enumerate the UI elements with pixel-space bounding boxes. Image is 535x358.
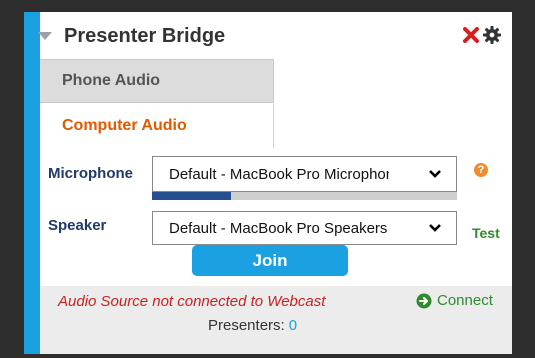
- join-button[interactable]: Join: [192, 245, 348, 276]
- speaker-label: Speaker: [48, 217, 107, 234]
- arrow-right-circle-icon: [416, 293, 432, 308]
- speaker-select-value: Default - MacBook Pro Speakers: [169, 219, 388, 237]
- chevron-down-icon: [429, 224, 441, 232]
- tab-phone-audio[interactable]: Phone Audio: [40, 59, 274, 103]
- chevron-down-icon: [429, 170, 441, 178]
- tab-computer-audio-label: Computer Audio: [62, 117, 187, 134]
- test-speaker-link[interactable]: Test: [472, 225, 500, 241]
- collapse-triangle-icon[interactable]: [38, 32, 52, 40]
- connect-link[interactable]: Connect: [416, 292, 493, 309]
- connect-label: Connect: [437, 292, 493, 309]
- microphone-label: Microphone: [48, 165, 133, 182]
- presenters-count: 0: [288, 317, 298, 334]
- question-icon[interactable]: ?: [474, 163, 488, 177]
- tab-computer-audio[interactable]: Computer Audio: [40, 104, 274, 148]
- microphone-select-value: Default - MacBook Pro Microphone: [169, 165, 389, 183]
- speaker-select[interactable]: Default - MacBook Pro Speakers: [152, 211, 457, 245]
- accent-bar: [24, 12, 40, 354]
- gear-icon[interactable]: [482, 25, 502, 45]
- tab-phone-audio-label: Phone Audio: [62, 72, 161, 89]
- status-message: Audio Source not connected to Webcast: [58, 293, 326, 310]
- close-icon[interactable]: [462, 26, 480, 44]
- panel-title: Presenter Bridge: [64, 25, 226, 47]
- microphone-level-meter: [152, 192, 457, 200]
- microphone-level-fill: [152, 192, 232, 200]
- presenter-bridge-panel: Presenter Bridge Phone Audio Computer Au…: [24, 12, 512, 354]
- microphone-select[interactable]: Default - MacBook Pro Microphone: [152, 156, 457, 192]
- status-bar: Audio Source not connected to Webcast Co…: [40, 286, 512, 354]
- presenters-label: Presenters:: [208, 317, 285, 334]
- presenters-count-row: Presenters: 0: [208, 317, 297, 334]
